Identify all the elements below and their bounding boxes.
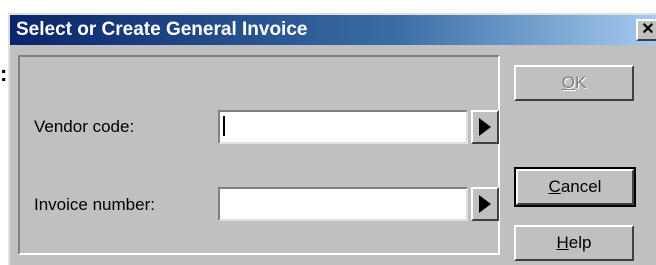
help-button[interactable]: Help bbox=[514, 225, 634, 261]
ok-button-label: K bbox=[574, 73, 587, 92]
form-panel bbox=[18, 55, 500, 255]
dialog-title: Select or Create General Invoice bbox=[16, 19, 308, 40]
background-colon: : bbox=[0, 61, 8, 86]
close-icon: ✕ bbox=[641, 21, 655, 38]
triangle-right-icon bbox=[479, 118, 491, 136]
cancel-button[interactable]: Cancel bbox=[514, 167, 636, 207]
ok-button-mnemonic: O bbox=[561, 73, 575, 92]
vendor-code-label: Vendor code: bbox=[34, 117, 135, 136]
text-caret bbox=[223, 116, 225, 136]
invoice-number-input[interactable] bbox=[218, 187, 468, 221]
vendor-code-lookup-button[interactable] bbox=[471, 110, 499, 144]
ok-button[interactable]: OK bbox=[514, 65, 634, 101]
invoice-dialog: Select or Create General Invoice ✕ Vendo… bbox=[8, 13, 656, 265]
invoice-number-lookup-button[interactable] bbox=[471, 187, 499, 221]
invoice-number-label: Invoice number: bbox=[34, 195, 155, 214]
close-button[interactable]: ✕ bbox=[636, 19, 656, 41]
cancel-button-label: ancel bbox=[560, 177, 602, 196]
title-bar[interactable]: Select or Create General Invoice ✕ bbox=[10, 15, 656, 45]
vendor-code-input[interactable] bbox=[218, 110, 468, 144]
help-button-mnemonic: H bbox=[556, 233, 569, 252]
triangle-right-icon bbox=[479, 195, 491, 213]
help-button-label: elp bbox=[568, 233, 592, 252]
cancel-button-mnemonic: C bbox=[548, 177, 561, 196]
